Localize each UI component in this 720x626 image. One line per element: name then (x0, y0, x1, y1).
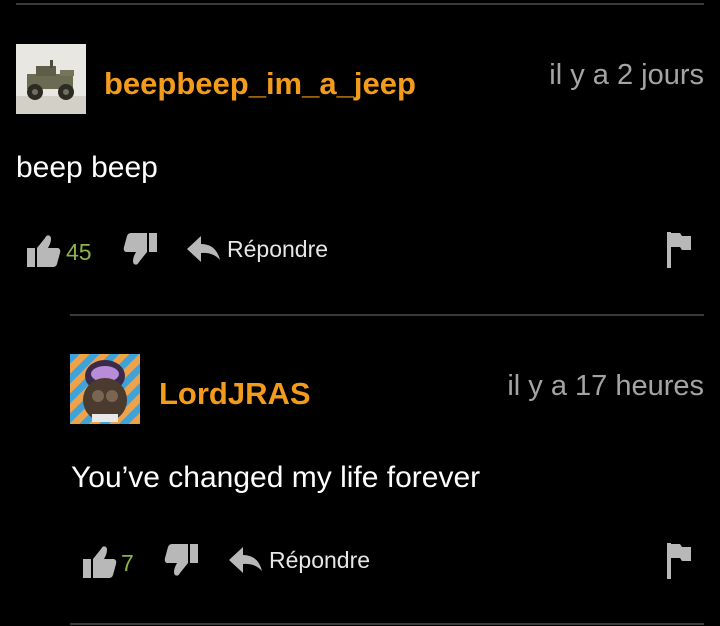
flag-icon (667, 232, 691, 268)
user-avatar[interactable] (16, 44, 86, 114)
reply-divider (70, 314, 704, 316)
user-avatar[interactable] (70, 354, 140, 424)
thumbs-down-icon (123, 233, 157, 265)
bottom-divider (70, 623, 704, 625)
timestamp: il y a 17 heures (507, 370, 704, 402)
reply-label: Répondre (227, 236, 329, 262)
username[interactable]: beepbeep_im_a_jeep (104, 66, 416, 102)
upvote-count: 45 (66, 239, 92, 265)
upvote-button[interactable] (26, 232, 62, 268)
username[interactable]: LordJRAS (159, 376, 311, 412)
flag-button[interactable] (664, 541, 694, 581)
downvote-button[interactable] (163, 543, 199, 579)
reply-arrow-icon (187, 236, 220, 262)
jeep-avatar-icon (16, 44, 86, 114)
thumbs-up-icon (27, 235, 61, 267)
reply-label: Répondre (269, 547, 371, 573)
comment-text: You’ve changed my life forever (71, 461, 481, 494)
downvote-button[interactable] (122, 232, 158, 268)
figure-avatar-icon (70, 354, 140, 424)
reply-button[interactable]: Répondre (228, 545, 378, 577)
top-divider (16, 3, 704, 5)
thumbs-down-icon (164, 544, 198, 576)
upvote-count: 7 (121, 550, 134, 576)
timestamp: il y a 2 jours (549, 59, 704, 91)
reply-arrow-icon (229, 547, 262, 573)
upvote-button[interactable] (82, 543, 118, 579)
thumbs-up-icon (83, 546, 117, 578)
flag-button[interactable] (664, 230, 694, 270)
reply-button[interactable]: Répondre (186, 234, 336, 266)
comment-text: beep beep (16, 151, 158, 184)
flag-icon (667, 543, 691, 579)
